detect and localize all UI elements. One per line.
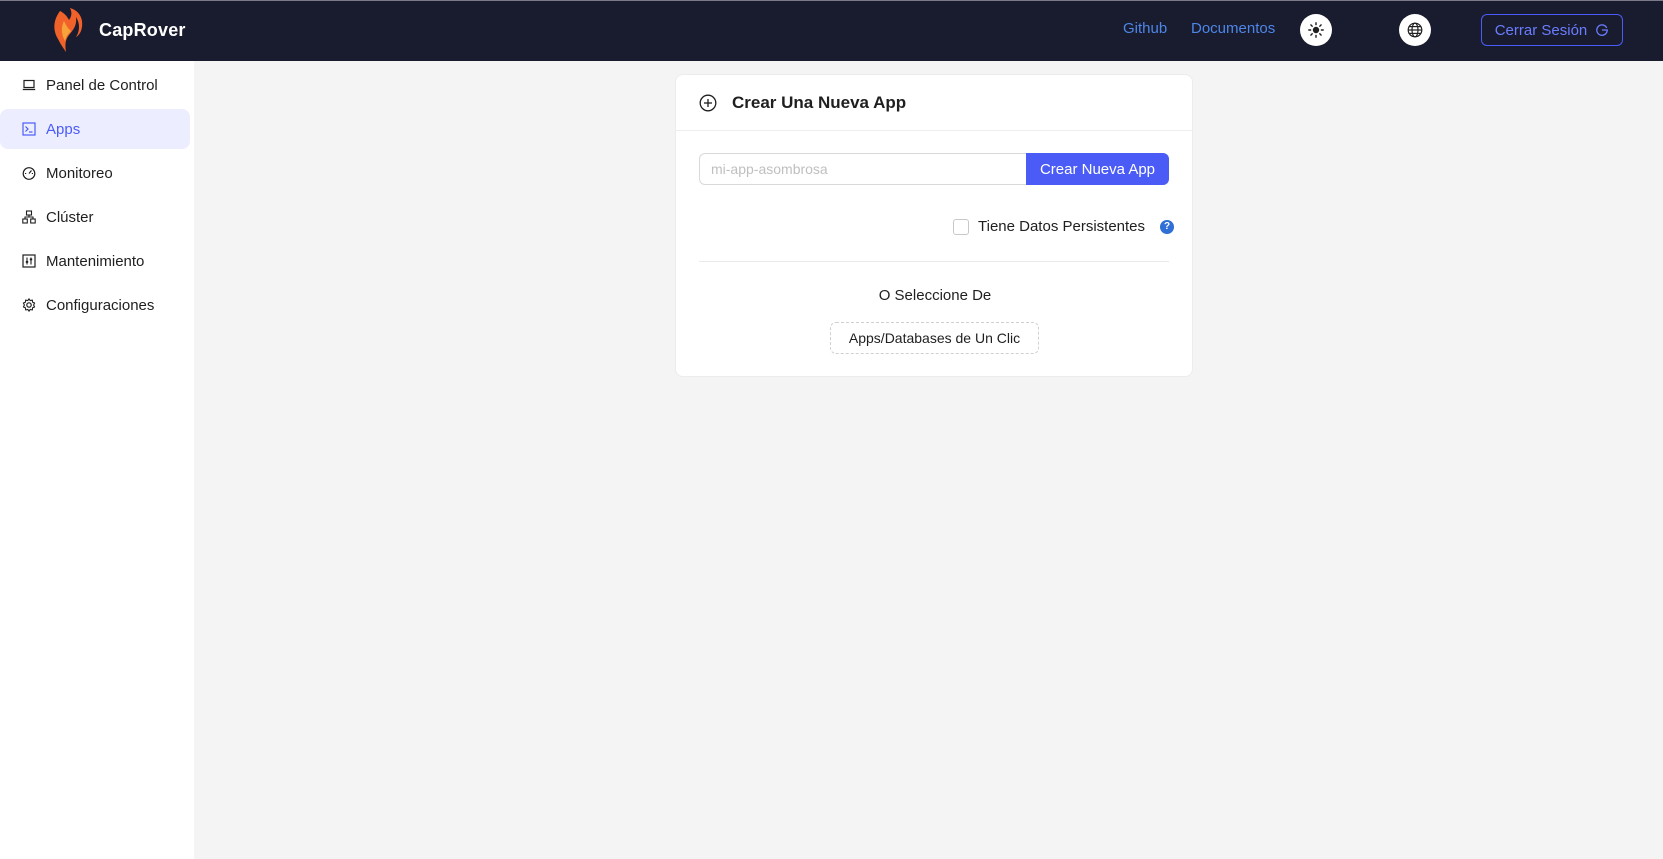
- app-name: CapRover: [99, 19, 186, 40]
- sidebar-item-label: Monitoreo: [46, 164, 113, 182]
- sidebar-item-label: Clúster: [46, 208, 94, 226]
- create-app-card: Crear Una Nueva App Crear Nueva App Tien…: [675, 74, 1193, 377]
- sidebar: Panel de Control Apps Monitoreo Clúster …: [0, 61, 194, 859]
- code-icon: [22, 122, 36, 136]
- persistent-data-row: Tiene Datos Persistentes ?: [953, 218, 1175, 235]
- language-button[interactable]: [1399, 14, 1431, 46]
- gear-icon: [22, 298, 36, 312]
- sun-icon: [1308, 22, 1324, 38]
- create-app-button[interactable]: Crear Nueva App: [1026, 153, 1169, 185]
- app-name-input[interactable]: [699, 153, 1026, 185]
- persistent-data-checkbox[interactable]: [953, 218, 969, 235]
- globe-icon: [1407, 22, 1423, 38]
- laptop-icon: [22, 78, 36, 92]
- or-select-text: O Seleccione De: [878, 287, 992, 304]
- theme-toggle-button[interactable]: [1300, 14, 1332, 46]
- card-title: Crear Una Nueva App: [732, 92, 907, 112]
- top-bar: CapRover Github Documentos Cerrar Sesión: [0, 0, 1663, 61]
- sidebar-item-label: Apps: [46, 120, 81, 138]
- sidebar-item-dashboard[interactable]: Panel de Control: [0, 65, 190, 105]
- sidebar-item-label: Mantenimiento: [46, 252, 145, 270]
- brand[interactable]: CapRover: [50, 7, 186, 53]
- dashboard-icon: [22, 166, 36, 180]
- control-icon: [22, 254, 36, 268]
- sidebar-item-label: Configuraciones: [46, 296, 155, 314]
- card-header: Crear Una Nueva App: [676, 75, 1192, 131]
- sidebar-item-label: Panel de Control: [46, 76, 158, 94]
- divider: [699, 261, 1169, 262]
- github-link[interactable]: Github: [1123, 20, 1167, 37]
- sidebar-item-apps[interactable]: Apps: [0, 109, 190, 149]
- persistent-data-label[interactable]: Tiene Datos Persistentes: [978, 218, 1145, 235]
- sidebar-item-settings[interactable]: Configuraciones: [0, 285, 190, 325]
- question-icon[interactable]: ?: [1160, 219, 1175, 234]
- sidebar-item-maintenance[interactable]: Mantenimiento: [0, 241, 190, 281]
- one-click-apps-button[interactable]: Apps/Databases de Un Clic: [830, 322, 1039, 354]
- plus-circle-icon: [699, 94, 717, 111]
- logout-icon: [1596, 24, 1609, 36]
- caprover-logo-icon: [54, 8, 83, 52]
- sidebar-item-monitoring[interactable]: Monitoreo: [0, 153, 190, 193]
- logout-label: Cerrar Sesión: [1494, 21, 1588, 39]
- sidebar-item-cluster[interactable]: Clúster: [0, 197, 190, 237]
- logout-button[interactable]: Cerrar Sesión: [1481, 14, 1623, 46]
- docs-link[interactable]: Documentos: [1191, 20, 1275, 37]
- cluster-icon: [22, 210, 36, 224]
